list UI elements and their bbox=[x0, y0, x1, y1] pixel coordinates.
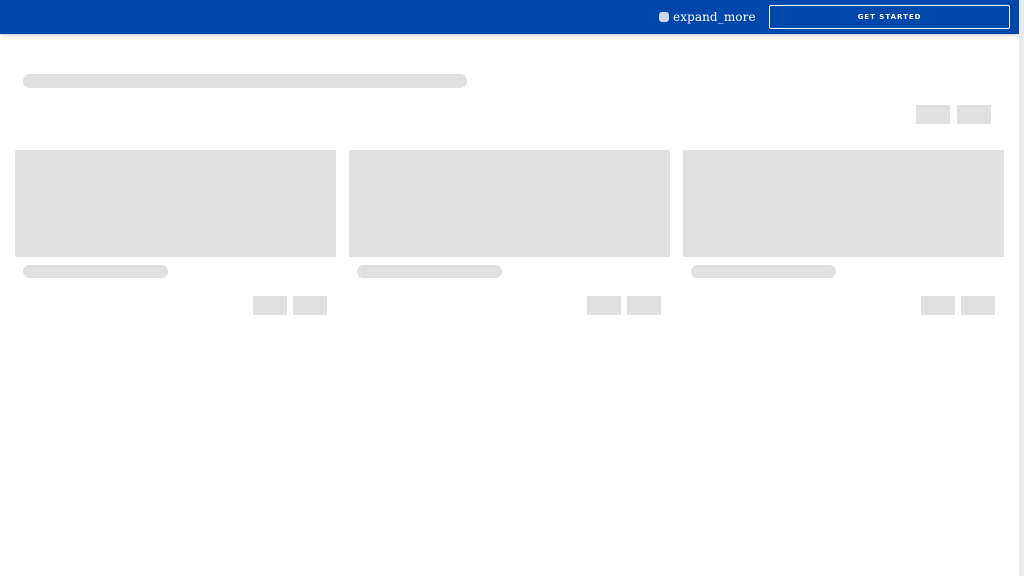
card-1-button-skeleton-2[interactable] bbox=[293, 296, 327, 315]
scrollbar[interactable] bbox=[1019, 0, 1024, 576]
card-title-skeleton-3 bbox=[691, 265, 836, 278]
card-2-button-skeleton-2[interactable] bbox=[627, 296, 661, 315]
action-button-skeleton-2[interactable] bbox=[957, 105, 991, 124]
card-image-skeleton-3[interactable] bbox=[683, 150, 1004, 257]
card-3-button-skeleton-1[interactable] bbox=[921, 296, 955, 315]
card-title-skeleton-2 bbox=[357, 265, 502, 278]
card-image-skeleton-2[interactable] bbox=[349, 150, 670, 257]
page-title-skeleton bbox=[23, 74, 467, 88]
card-1-button-skeleton-1[interactable] bbox=[253, 296, 287, 315]
card-3-button-skeleton-2[interactable] bbox=[961, 296, 995, 315]
page: expand_more GET STARTED bbox=[0, 0, 1024, 576]
top-app-bar: expand_more GET STARTED bbox=[0, 0, 1019, 34]
action-button-skeleton-1[interactable] bbox=[916, 105, 950, 124]
card-title-skeleton-1 bbox=[23, 265, 168, 278]
card-image-skeleton-1[interactable] bbox=[15, 150, 336, 257]
avatar-placeholder-icon bbox=[659, 12, 669, 22]
get-started-button[interactable]: GET STARTED bbox=[769, 5, 1010, 29]
card-2-button-skeleton-1[interactable] bbox=[587, 296, 621, 315]
expand-more-icon: expand_more bbox=[673, 10, 756, 24]
expand-menu-toggle[interactable]: expand_more bbox=[659, 9, 756, 25]
